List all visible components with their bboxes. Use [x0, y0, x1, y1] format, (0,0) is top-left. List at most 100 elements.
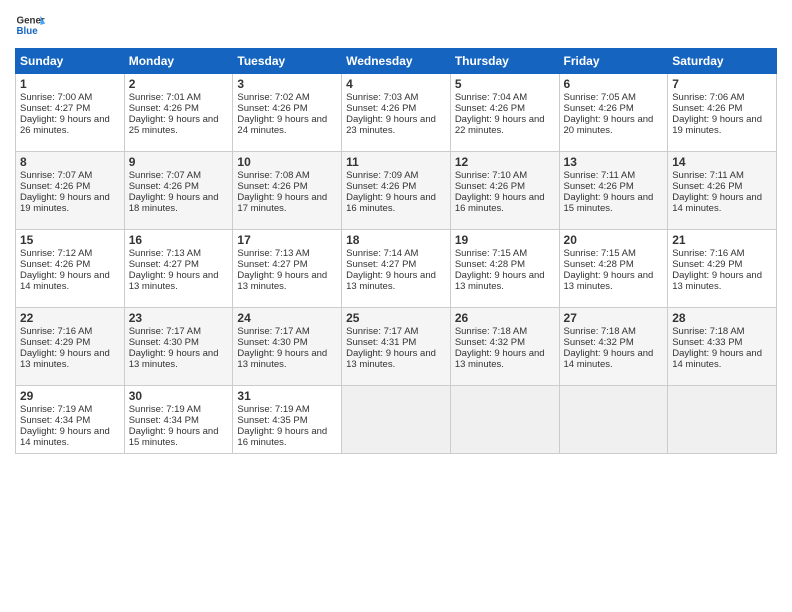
sunrise-label: Sunrise: 7:02 AM — [237, 92, 309, 103]
calendar-cell: 17 Sunrise: 7:13 AM Sunset: 4:27 PM Dayl… — [233, 230, 342, 308]
day-number: 12 — [455, 155, 555, 169]
calendar-cell — [342, 386, 451, 454]
daylight-label: Daylight: 9 hours and 15 minutes. — [129, 426, 219, 448]
sunset-label: Sunset: 4:26 PM — [346, 103, 416, 114]
sunset-label: Sunset: 4:26 PM — [672, 181, 742, 192]
daylight-label: Daylight: 9 hours and 20 minutes. — [564, 114, 654, 136]
calendar-cell: 15 Sunrise: 7:12 AM Sunset: 4:26 PM Dayl… — [16, 230, 125, 308]
calendar-cell: 3 Sunrise: 7:02 AM Sunset: 4:26 PM Dayli… — [233, 74, 342, 152]
sunset-label: Sunset: 4:26 PM — [20, 181, 90, 192]
day-number: 20 — [564, 233, 664, 247]
daylight-label: Daylight: 9 hours and 13 minutes. — [129, 348, 219, 370]
sunset-label: Sunset: 4:26 PM — [20, 259, 90, 270]
sunrise-label: Sunrise: 7:17 AM — [129, 326, 201, 337]
sunrise-label: Sunrise: 7:05 AM — [564, 92, 636, 103]
sunset-label: Sunset: 4:30 PM — [129, 337, 199, 348]
sunset-label: Sunset: 4:26 PM — [346, 181, 416, 192]
sunrise-label: Sunrise: 7:10 AM — [455, 170, 527, 181]
sunrise-label: Sunrise: 7:01 AM — [129, 92, 201, 103]
sunrise-label: Sunrise: 7:18 AM — [455, 326, 527, 337]
sunset-label: Sunset: 4:26 PM — [564, 103, 634, 114]
calendar-cell: 18 Sunrise: 7:14 AM Sunset: 4:27 PM Dayl… — [342, 230, 451, 308]
day-number: 2 — [129, 77, 229, 91]
sunrise-label: Sunrise: 7:16 AM — [20, 326, 92, 337]
day-number: 25 — [346, 311, 446, 325]
daylight-label: Daylight: 9 hours and 13 minutes. — [20, 348, 110, 370]
sunrise-label: Sunrise: 7:13 AM — [129, 248, 201, 259]
day-number: 30 — [129, 389, 229, 403]
day-number: 11 — [346, 155, 446, 169]
weekday-header-wednesday: Wednesday — [342, 49, 451, 74]
day-number: 22 — [20, 311, 120, 325]
sunset-label: Sunset: 4:27 PM — [20, 103, 90, 114]
calendar-cell: 21 Sunrise: 7:16 AM Sunset: 4:29 PM Dayl… — [668, 230, 777, 308]
daylight-label: Daylight: 9 hours and 19 minutes. — [672, 114, 762, 136]
calendar-cell: 31 Sunrise: 7:19 AM Sunset: 4:35 PM Dayl… — [233, 386, 342, 454]
calendar-cell: 22 Sunrise: 7:16 AM Sunset: 4:29 PM Dayl… — [16, 308, 125, 386]
calendar-cell: 25 Sunrise: 7:17 AM Sunset: 4:31 PM Dayl… — [342, 308, 451, 386]
sunset-label: Sunset: 4:28 PM — [564, 259, 634, 270]
sunrise-label: Sunrise: 7:06 AM — [672, 92, 744, 103]
calendar-cell — [559, 386, 668, 454]
day-number: 28 — [672, 311, 772, 325]
day-number: 23 — [129, 311, 229, 325]
day-number: 27 — [564, 311, 664, 325]
daylight-label: Daylight: 9 hours and 16 minutes. — [455, 192, 545, 214]
sunrise-label: Sunrise: 7:13 AM — [237, 248, 309, 259]
sunrise-label: Sunrise: 7:15 AM — [455, 248, 527, 259]
weekday-header-row: SundayMondayTuesdayWednesdayThursdayFrid… — [16, 49, 777, 74]
calendar-cell: 13 Sunrise: 7:11 AM Sunset: 4:26 PM Dayl… — [559, 152, 668, 230]
sunrise-label: Sunrise: 7:17 AM — [237, 326, 309, 337]
day-number: 8 — [20, 155, 120, 169]
calendar-cell: 7 Sunrise: 7:06 AM Sunset: 4:26 PM Dayli… — [668, 74, 777, 152]
calendar-cell: 20 Sunrise: 7:15 AM Sunset: 4:28 PM Dayl… — [559, 230, 668, 308]
sunrise-label: Sunrise: 7:19 AM — [237, 404, 309, 415]
sunset-label: Sunset: 4:27 PM — [237, 259, 307, 270]
day-number: 24 — [237, 311, 337, 325]
calendar-cell: 8 Sunrise: 7:07 AM Sunset: 4:26 PM Dayli… — [16, 152, 125, 230]
sunrise-label: Sunrise: 7:03 AM — [346, 92, 418, 103]
calendar-cell: 4 Sunrise: 7:03 AM Sunset: 4:26 PM Dayli… — [342, 74, 451, 152]
sunrise-label: Sunrise: 7:18 AM — [672, 326, 744, 337]
daylight-label: Daylight: 9 hours and 13 minutes. — [346, 348, 436, 370]
sunrise-label: Sunrise: 7:07 AM — [129, 170, 201, 181]
logo: General Blue — [15, 10, 45, 40]
weekday-header-saturday: Saturday — [668, 49, 777, 74]
daylight-label: Daylight: 9 hours and 14 minutes. — [564, 348, 654, 370]
daylight-label: Daylight: 9 hours and 13 minutes. — [455, 348, 545, 370]
sunrise-label: Sunrise: 7:11 AM — [564, 170, 636, 181]
daylight-label: Daylight: 9 hours and 22 minutes. — [455, 114, 545, 136]
calendar-cell: 1 Sunrise: 7:00 AM Sunset: 4:27 PM Dayli… — [16, 74, 125, 152]
daylight-label: Daylight: 9 hours and 17 minutes. — [237, 192, 327, 214]
daylight-label: Daylight: 9 hours and 25 minutes. — [129, 114, 219, 136]
day-number: 15 — [20, 233, 120, 247]
sunset-label: Sunset: 4:33 PM — [672, 337, 742, 348]
sunrise-label: Sunrise: 7:07 AM — [20, 170, 92, 181]
calendar-cell — [450, 386, 559, 454]
sunrise-label: Sunrise: 7:19 AM — [129, 404, 201, 415]
weekday-header-monday: Monday — [124, 49, 233, 74]
weekday-header-thursday: Thursday — [450, 49, 559, 74]
calendar-cell: 14 Sunrise: 7:11 AM Sunset: 4:26 PM Dayl… — [668, 152, 777, 230]
calendar-cell: 30 Sunrise: 7:19 AM Sunset: 4:34 PM Dayl… — [124, 386, 233, 454]
sunrise-label: Sunrise: 7:04 AM — [455, 92, 527, 103]
sunrise-label: Sunrise: 7:09 AM — [346, 170, 418, 181]
daylight-label: Daylight: 9 hours and 13 minutes. — [455, 270, 545, 292]
sunrise-label: Sunrise: 7:18 AM — [564, 326, 636, 337]
daylight-label: Daylight: 9 hours and 14 minutes. — [20, 270, 110, 292]
sunset-label: Sunset: 4:27 PM — [129, 259, 199, 270]
daylight-label: Daylight: 9 hours and 16 minutes. — [237, 426, 327, 448]
sunrise-label: Sunrise: 7:12 AM — [20, 248, 92, 259]
sunset-label: Sunset: 4:29 PM — [672, 259, 742, 270]
daylight-label: Daylight: 9 hours and 14 minutes. — [20, 426, 110, 448]
sunrise-label: Sunrise: 7:16 AM — [672, 248, 744, 259]
sunset-label: Sunset: 4:34 PM — [20, 415, 90, 426]
day-number: 3 — [237, 77, 337, 91]
daylight-label: Daylight: 9 hours and 23 minutes. — [346, 114, 436, 136]
sunset-label: Sunset: 4:26 PM — [672, 103, 742, 114]
logo-icon: General Blue — [15, 10, 45, 40]
calendar-cell: 26 Sunrise: 7:18 AM Sunset: 4:32 PM Dayl… — [450, 308, 559, 386]
calendar-cell: 27 Sunrise: 7:18 AM Sunset: 4:32 PM Dayl… — [559, 308, 668, 386]
day-number: 18 — [346, 233, 446, 247]
calendar-cell: 24 Sunrise: 7:17 AM Sunset: 4:30 PM Dayl… — [233, 308, 342, 386]
